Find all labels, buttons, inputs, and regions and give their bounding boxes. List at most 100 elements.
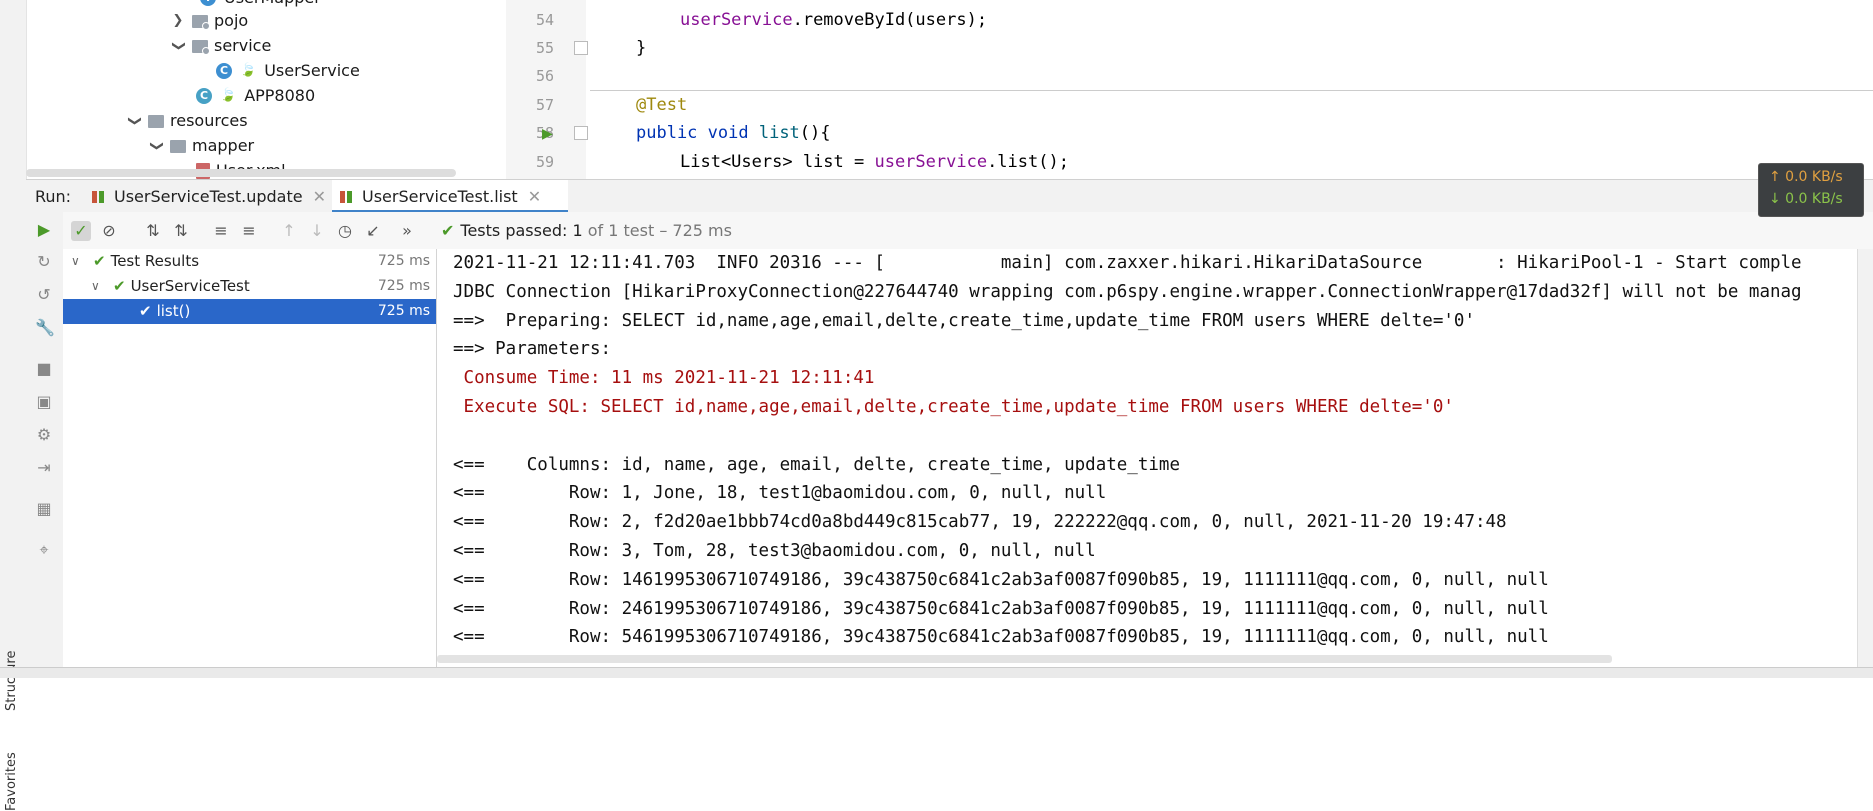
- console-line: ==> Parameters:: [453, 339, 622, 360]
- spring-leaf-icon: 🍃: [220, 88, 237, 103]
- test-config-icon: [340, 191, 352, 203]
- more-icon[interactable]: »: [397, 221, 417, 241]
- expand-all-icon[interactable]: ≡: [211, 221, 231, 241]
- test-duration: 725 ms: [377, 278, 430, 294]
- rerun-icon[interactable]: ▶: [35, 221, 53, 239]
- tree-node-resources[interactable]: ❯ resources: [126, 109, 248, 133]
- run-title: Run:: [35, 187, 72, 206]
- method-separator: [590, 90, 1873, 91]
- console-line: <== Columns: id, name, age, email, delte…: [453, 454, 1180, 475]
- toggle-auto-test-icon[interactable]: ↺: [35, 286, 53, 304]
- console-line: <== Row: 2, f2d20ae1bbb74cd0a8bd449c815c…: [453, 512, 1507, 533]
- sort-duration-icon[interactable]: ⇅: [171, 221, 191, 241]
- console-line: ==> Preparing: SELECT id,name,age,email,…: [453, 310, 1475, 331]
- class-icon: C: [216, 63, 232, 79]
- show-ignored-icon[interactable]: ⊘: [99, 221, 119, 241]
- interface-icon: I: [200, 0, 216, 6]
- console-line: Consume Time: 11 ms 2021-11-21 12:11:41: [453, 368, 875, 389]
- left-tool-strip: Structure Favorites: [0, 179, 27, 811]
- package-icon: [192, 39, 210, 55]
- previous-test-icon[interactable]: ↑: [279, 221, 299, 241]
- test-node-results[interactable]: ∨ ✔ Test Results 725 ms: [63, 249, 436, 274]
- tab-userservicetest-list[interactable]: UserServiceTest.list ✕: [332, 180, 568, 213]
- import-icon[interactable]: ⇥: [35, 459, 53, 477]
- tree-node-pojo[interactable]: ❯ pojo: [170, 9, 249, 33]
- code-line-54: userService.removeById(users);: [680, 10, 988, 30]
- console-horizontal-scrollbar[interactable]: [437, 655, 1612, 663]
- project-gutter: [0, 0, 27, 179]
- code-line-55: }: [636, 38, 647, 58]
- layout-icon[interactable]: ▦: [35, 500, 53, 518]
- rerun-failed-icon[interactable]: ↻: [35, 253, 53, 271]
- check-icon: ✔: [113, 277, 126, 295]
- run-class-icon: C: [196, 88, 212, 104]
- close-icon[interactable]: ✕: [313, 187, 326, 206]
- chevron-down-icon[interactable]: ❯: [122, 113, 146, 129]
- code-editor[interactable]: 54 55 56 57 58 59 ▶ userService.removeBy…: [506, 0, 1873, 179]
- package-icon: [192, 14, 210, 30]
- check-icon: ✔: [139, 302, 152, 320]
- chevron-right-icon[interactable]: ❯: [170, 9, 186, 33]
- tree-node-userservice[interactable]: C 🍃 UserService: [216, 59, 360, 83]
- folder-icon: [170, 139, 186, 153]
- tree-node-app8080[interactable]: C 🍃 APP8080: [196, 84, 315, 108]
- chevron-down-icon[interactable]: ∨: [91, 274, 100, 299]
- line-number: 55: [535, 39, 554, 57]
- console-line: 2021-11-21 12:11:41.703 INFO 20316 --- […: [453, 253, 1802, 273]
- pin-icon[interactable]: ⌖: [35, 541, 53, 559]
- run-test-gutter-icon[interactable]: ▶: [542, 126, 553, 142]
- line-number: 56: [535, 67, 554, 85]
- favorites-tab-label[interactable]: Favorites: [4, 752, 19, 811]
- stop-icon[interactable]: ■: [35, 360, 53, 378]
- upload-speed: ↑ 0.0 KB/s: [1769, 169, 1843, 185]
- wrench-icon[interactable]: 🔧: [35, 319, 55, 337]
- download-speed: ↓ 0.0 KB/s: [1769, 191, 1843, 207]
- console-line: Execute SQL: SELECT id,name,age,email,de…: [453, 397, 1454, 417]
- chevron-down-icon[interactable]: ❯: [166, 38, 190, 54]
- sort-alpha-icon[interactable]: ⇅: [143, 221, 163, 241]
- console-line: <== Row: 2461995306710749186, 39c438750c…: [453, 598, 1549, 619]
- console-output[interactable]: 2021-11-21 12:11:41.703 INFO 20316 --- […: [437, 249, 1857, 661]
- fold-marker-icon[interactable]: [574, 126, 588, 140]
- run-tool-header: Run: UserServiceTest.update ✕ UserService…: [26, 179, 1873, 214]
- test-duration: 725 ms: [377, 253, 430, 269]
- test-status: ✔ Tests passed: 1 of 1 test – 725 ms: [441, 221, 732, 240]
- history-icon[interactable]: ◷: [335, 221, 355, 241]
- network-speed-widget: ↑ 0.0 KB/s ↓ 0.0 KB/s: [1758, 163, 1864, 217]
- check-icon: ✔: [93, 252, 106, 270]
- status-bar: [0, 667, 1873, 678]
- test-node-method[interactable]: ✔ list() 725 ms: [63, 299, 436, 324]
- console-line: <== Row: 1, Jone, 18, test1@baomidou.com…: [453, 483, 1107, 504]
- chevron-down-icon[interactable]: ❯: [144, 138, 168, 154]
- console-line: <== Row: 1461995306710749186, 39c438750c…: [453, 569, 1549, 590]
- close-icon[interactable]: ✕: [528, 187, 541, 206]
- code-line-58: public void list(){: [636, 123, 831, 143]
- run-vertical-toolbar: ▶ ↻ ↺ 🔧 ■ ▣ ⚙ ⇥ ▦ ⌖: [26, 212, 64, 677]
- tree-node-mapper[interactable]: ❯ mapper: [148, 134, 254, 158]
- test-config-icon: [92, 191, 104, 203]
- structure-tab-label[interactable]: Structure: [4, 651, 19, 711]
- export-icon[interactable]: ↙: [363, 221, 383, 241]
- tab-userservicetest-update[interactable]: UserServiceTest.update ✕: [84, 180, 336, 213]
- test-node-class[interactable]: ∨ ✔ UserServiceTest 725 ms: [63, 274, 436, 299]
- collapse-all-icon[interactable]: ≡: [239, 221, 259, 241]
- console-line: <== Row: 5461995306710749186, 39c438750c…: [453, 627, 1549, 648]
- camera-icon[interactable]: ▣: [35, 393, 53, 411]
- line-number: 54: [535, 11, 554, 29]
- next-test-icon[interactable]: ↓: [307, 221, 327, 241]
- code-line-59: List<Users> list = userService.list();: [680, 152, 1069, 172]
- test-duration: 725 ms: [377, 303, 430, 319]
- line-number: 57: [535, 96, 554, 114]
- right-tool-strip: [1857, 249, 1873, 677]
- chevron-down-icon[interactable]: ∨: [71, 249, 80, 274]
- project-horizontal-scrollbar[interactable]: [26, 169, 456, 177]
- code-line-57: @Test: [636, 95, 688, 115]
- show-passed-icon[interactable]: ✓: [71, 221, 91, 241]
- check-icon: ✔: [441, 221, 455, 240]
- test-results-tree: ∨ ✔ Test Results 725 ms ∨ ✔ UserServiceTes…: [63, 249, 437, 677]
- console-line: <== Row: 3, Tom, 28, test3@baomidou.com,…: [453, 541, 1096, 561]
- debug-icon[interactable]: ⚙: [35, 426, 53, 444]
- tree-node-service[interactable]: ❯ service: [170, 34, 271, 58]
- fold-marker-icon[interactable]: [574, 41, 588, 55]
- line-number: 59: [535, 153, 554, 171]
